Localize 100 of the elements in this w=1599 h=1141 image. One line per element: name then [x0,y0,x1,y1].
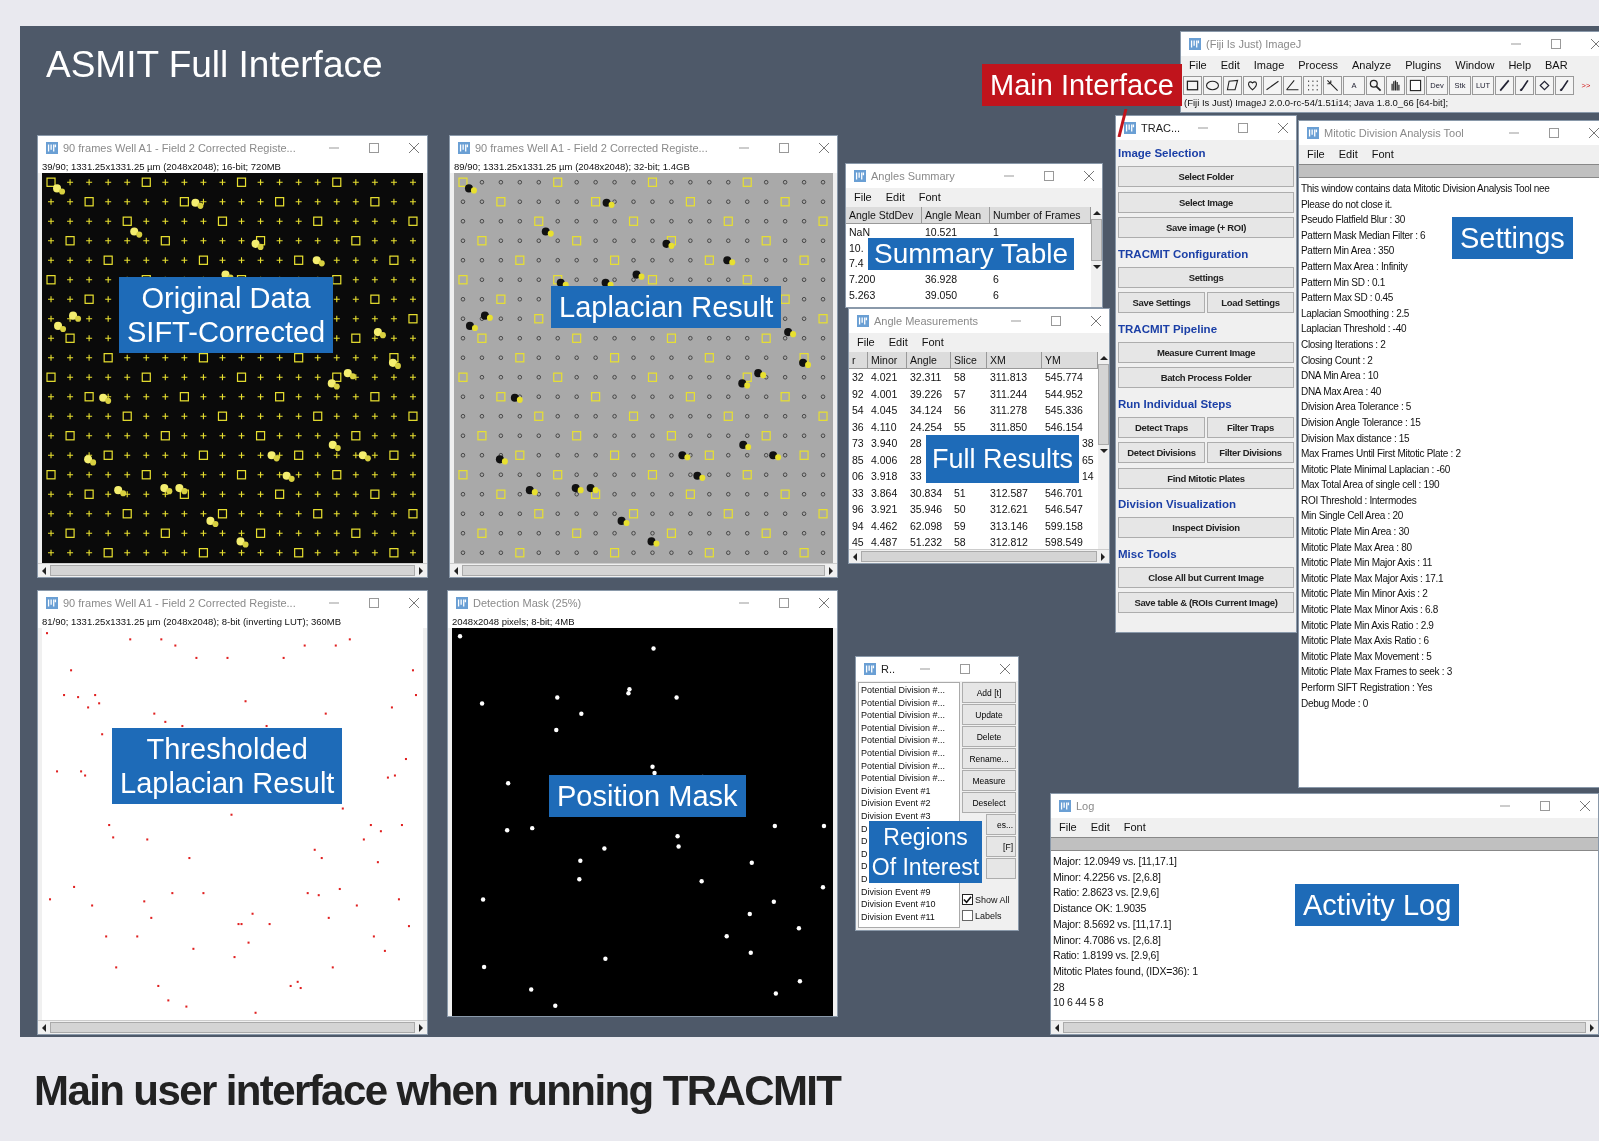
action-button[interactable]: Detect Divisions [1118,442,1205,464]
menu-item[interactable]: Edit [888,336,908,349]
log-line: Minor: 4.2256 vs. [2,6.8] [1053,869,1161,885]
roi-button[interactable]: [F] [986,836,1016,857]
menu-item[interactable]: Image [1253,59,1285,72]
menu-item[interactable]: Edit [1090,821,1110,834]
table-cell-text: 5.263 [848,289,877,302]
callout-label: Summary Table [868,238,1074,270]
action-button[interactable]: Filter Traps [1207,416,1294,438]
menu-item[interactable]: File [854,191,872,204]
text-line: Debug Mode : 0 [1301,696,1368,711]
menu-item[interactable]: File [1059,821,1077,834]
list-item[interactable]: Division Event #10 [859,898,959,911]
menu-item[interactable]: Edit [1338,148,1358,161]
menu-item[interactable]: File [1307,148,1325,161]
text-line: Mitotic Plate Min Area : 30 [1301,525,1410,540]
menu-item[interactable]: BAR [1545,59,1568,72]
text-line: Pattern Max SD : 0.45 [1301,291,1394,306]
list-item[interactable]: Potential Division #... [859,734,959,747]
action-button[interactable]: Select Image [1118,191,1294,213]
checkbox-label: Show All [975,894,1010,905]
menu-item[interactable]: Analyze [1352,59,1392,72]
list-item[interactable]: Division Event #3 [859,809,959,823]
list-item[interactable]: Potential Division #... [859,721,959,735]
table-cell-text: 313.146 [989,519,1029,532]
text-line: Mitotic Plate Max Major Axis : 17.1 [1301,571,1444,586]
table-cell-text: 14 [1081,470,1095,483]
action-button[interactable]: Settings [1118,266,1294,288]
menu-item[interactable]: Help [1508,59,1531,72]
table-cell-text: 32 [851,371,865,384]
table-cell-text: 51.232 [909,536,944,549]
roi-button[interactable]: Delete [962,726,1016,747]
menu-item[interactable]: Plugins [1405,59,1442,72]
action-button[interactable]: Save table & (ROIs Current Image) [1118,592,1294,614]
menu-item[interactable]: File [1189,59,1207,72]
window-title: Mitotic Division Analysis Tool [1324,127,1465,139]
action-button[interactable]: Select Folder [1118,166,1294,188]
column-header[interactable]: Slice [951,352,987,368]
window-title: 90 frames Well A1 - Field 2 Corrected Registe... [63,142,297,154]
action-button[interactable]: Detect Traps [1118,416,1205,438]
list-item[interactable]: Potential Division #... [859,746,959,760]
roi-button[interactable]: Measure [962,770,1016,791]
action-button[interactable]: Measure Current Image [1118,341,1294,363]
table-cell-text: 7.4 [848,257,865,270]
menu-item[interactable]: Window [1455,59,1495,72]
action-button[interactable]: Save Settings [1118,292,1205,314]
figure-caption: Main user interface when running TRACMIT [34,1067,842,1115]
list-item[interactable]: Division Event #2 [859,797,959,810]
menu-item[interactable]: Font [918,191,941,204]
menu-item[interactable]: Edit [885,191,905,204]
table-cell-text: 24.254 [909,420,944,433]
log-line: Minor: 4.7086 vs. [2,6.8] [1053,932,1161,948]
text-line: Mitotic Plate Minimal Laplacian : -60 [1301,462,1450,477]
roi-button[interactable]: Update [962,704,1016,725]
table-cell-text: 311.278 [989,404,1029,417]
menu-item[interactable]: Font [1123,821,1146,834]
menu-item[interactable]: File [857,336,875,349]
action-button[interactable]: Batch Process Folder [1118,367,1294,389]
list-item[interactable]: Potential Division #... [859,772,959,785]
action-button[interactable]: Close All but Current Image [1118,566,1294,588]
column-header[interactable]: Angle [907,352,951,368]
menu-item[interactable]: Process [1298,59,1339,72]
list-item[interactable]: Potential Division #... [859,684,959,697]
roi-button[interactable]: Add [t] [962,682,1016,703]
list-item[interactable]: Potential Division #... [859,759,959,773]
text-line: Division Max distance : 15 [1301,431,1410,446]
action-button[interactable]: Inspect Division [1118,517,1294,539]
column-header[interactable]: Angle Mean [922,207,990,223]
roi-button[interactable]: Deselect [962,792,1016,813]
table-cell-text: 545.774 [1044,371,1084,384]
table-cell-text: 598.549 [1044,536,1084,549]
list-item[interactable]: Division Event #9 [859,885,959,899]
list-item[interactable]: Division Event #11 [859,910,959,924]
window-title: Angles Summary [871,170,956,182]
action-button[interactable]: Load Settings [1207,292,1294,314]
table-cell-text: 51 [953,486,967,499]
menu-item[interactable]: Font [1371,148,1394,161]
column-header[interactable]: XM [987,352,1042,368]
callout-label: Original Data SIFT-Corrected [119,277,334,353]
column-header[interactable]: Angle StdDev [846,207,922,223]
menu-item[interactable]: Edit [1220,59,1240,72]
table-cell-text: 546.701 [1044,486,1084,499]
table-cell-text: 06 [851,470,865,483]
roi-button[interactable]: Rename... [962,748,1016,769]
table-cell-text: 10.521 [924,225,959,238]
action-button[interactable]: Save image (+ ROI) [1118,217,1294,239]
list-item[interactable]: Potential Division #... [859,709,959,722]
text-line: Mitotic Plate Min Axis Ratio : 2.9 [1301,618,1434,633]
roi-button[interactable]: es... [986,814,1016,835]
action-button[interactable]: Filter Divisions [1207,442,1294,464]
table-cell-text: 38 [1081,437,1095,450]
log-line: Major: 8.5692 vs. [11,17.1] [1053,916,1172,932]
list-item[interactable]: Potential Division #... [859,696,959,710]
log-line: 28 [1053,979,1065,995]
menu-item[interactable]: Font [921,336,944,349]
action-button[interactable]: Find Mitotic Plates [1118,467,1294,489]
table-cell-text: 1 [992,225,1000,238]
column-header[interactable]: r [849,352,868,368]
list-item[interactable]: Division Event #1 [859,784,959,798]
column-header[interactable]: Minor [868,352,907,368]
